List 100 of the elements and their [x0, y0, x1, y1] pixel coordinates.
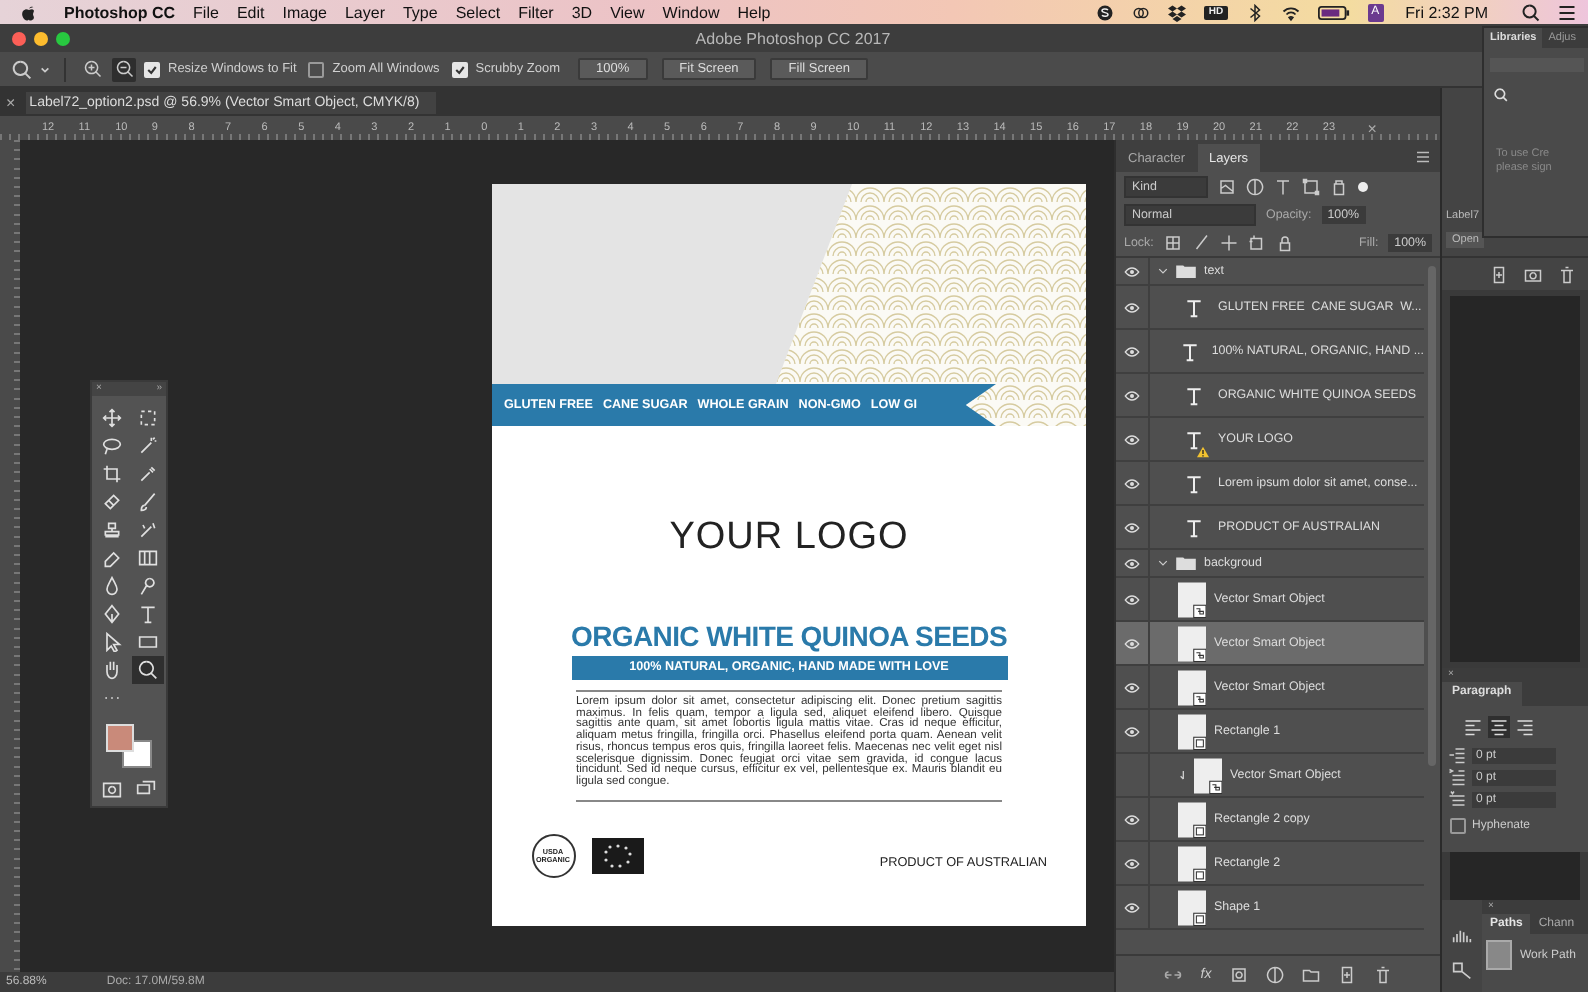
type-layer-icon	[1184, 385, 1204, 405]
zoom-tool-icon	[137, 660, 157, 680]
crop-tool-icon	[101, 464, 121, 484]
align-button[interactable]	[1488, 716, 1510, 738]
eye-icon[interactable]	[1124, 725, 1140, 737]
empty-panel	[1450, 852, 1580, 900]
eye-icon[interactable]	[1124, 637, 1140, 649]
lock-option-icon[interactable]	[1191, 233, 1210, 251]
menu-item[interactable]: File	[193, 3, 219, 21]
menu-item[interactable]: Select	[455, 3, 501, 21]
eye-icon[interactable]	[1124, 557, 1140, 569]
panel-action-icon[interactable]	[1229, 965, 1248, 983]
eraser-tool-icon	[101, 548, 121, 568]
type-layer-icon	[1180, 341, 1201, 361]
close-panel-button[interactable]: ×	[1367, 119, 1377, 137]
folder-icon	[1176, 556, 1196, 570]
zoom-window-button[interactable]	[56, 31, 70, 45]
lock-option-icon[interactable]	[1219, 233, 1238, 251]
bluetooth-icon[interactable]	[1245, 3, 1264, 21]
caret-icon[interactable]	[40, 65, 50, 73]
menu-item[interactable]: Help	[737, 3, 771, 21]
lock-option-icon[interactable]	[1163, 233, 1182, 251]
menu-item[interactable]: Type	[402, 3, 438, 21]
filter-icon[interactable]	[1246, 177, 1264, 195]
camera-icon[interactable]	[1524, 265, 1542, 283]
eye-icon[interactable]	[1124, 901, 1140, 913]
panel-action-icon[interactable]	[1373, 965, 1392, 983]
new-document-icon[interactable]	[1490, 265, 1508, 283]
wifi-icon[interactable]	[1281, 3, 1300, 21]
menu-item[interactable]: Window	[662, 3, 720, 21]
chevron-icon[interactable]	[1158, 558, 1168, 568]
checkbox[interactable]	[308, 61, 325, 77]
apple-logo-icon[interactable]	[20, 3, 38, 21]
lock-option-icon[interactable]	[1275, 233, 1294, 251]
type-layer-icon	[1184, 297, 1204, 317]
list-icon[interactable]	[1558, 3, 1576, 21]
tool-button[interactable]	[131, 656, 163, 684]
zoom-out-button[interactable]	[112, 57, 136, 81]
filter-icon[interactable]	[1302, 177, 1320, 195]
product-title: ORGANIC WHITE QUINOA SEEDS	[570, 620, 1008, 652]
type-layer-icon	[1184, 473, 1204, 493]
menu-item[interactable]: Filter	[518, 3, 554, 21]
move-tool-icon	[101, 408, 121, 428]
skype-icon[interactable]	[1096, 3, 1115, 21]
smart-object-thumbnail	[1178, 625, 1206, 661]
close-tab-button[interactable]: ×	[6, 93, 16, 111]
eye-icon[interactable]	[1124, 813, 1140, 825]
close-window-button[interactable]	[12, 31, 26, 45]
history-tool-icon	[137, 520, 157, 540]
menu-item[interactable]: Layer	[344, 3, 385, 21]
rectangle-tool-icon	[137, 632, 157, 652]
color-swatches[interactable]	[105, 724, 153, 768]
minimize-window-button[interactable]	[34, 31, 48, 45]
screen-mode-icon[interactable]	[136, 780, 156, 800]
zoom-in-button[interactable]	[80, 57, 104, 81]
search-icon[interactable]	[1522, 3, 1540, 21]
eye-icon[interactable]	[1124, 593, 1140, 605]
shape-layer-thumbnail	[1178, 801, 1206, 837]
filter-icon[interactable]	[1274, 177, 1292, 195]
quick-mask-icon[interactable]	[102, 780, 122, 800]
lock-option-icon[interactable]	[1247, 233, 1266, 251]
eyedropper-tool-icon	[137, 464, 157, 484]
menu-item[interactable]: Edit	[236, 3, 265, 21]
zoom-in-icon	[83, 60, 101, 78]
eye-icon[interactable]	[1124, 345, 1140, 357]
eye-icon[interactable]	[1124, 265, 1140, 277]
marquee-tool-icon	[137, 408, 157, 428]
filter-toggle[interactable]	[1358, 181, 1368, 191]
menubar-clock[interactable]: Fri 2:32 PM	[1405, 3, 1488, 21]
eye-icon[interactable]	[1124, 857, 1140, 869]
link-icon[interactable]	[1164, 965, 1183, 983]
lasso-tool-icon	[101, 436, 121, 456]
menu-icon[interactable]	[1414, 147, 1432, 165]
eye-icon[interactable]	[1124, 301, 1140, 313]
checkbox[interactable]	[1450, 818, 1466, 834]
smart-object-thumbnail	[1194, 757, 1222, 793]
dropbox-icon[interactable]	[1168, 3, 1187, 21]
align-button[interactable]	[1462, 716, 1484, 738]
trash-icon[interactable]	[1558, 265, 1576, 283]
type-tool-icon	[137, 604, 157, 624]
align-button[interactable]	[1514, 716, 1536, 738]
eye-icon[interactable]	[1124, 477, 1140, 489]
smart-object-thumbnail	[1178, 669, 1206, 705]
panel-action-icon[interactable]	[1265, 965, 1284, 983]
menu-item[interactable]: Image	[282, 3, 327, 21]
eye-icon[interactable]	[1124, 521, 1140, 533]
menu-item[interactable]: 3D	[571, 3, 593, 21]
zoom-tool-icon[interactable]	[12, 59, 32, 79]
filter-icon[interactable]	[1330, 177, 1348, 195]
chevron-icon[interactable]	[1158, 266, 1168, 276]
filter-icon[interactable]	[1218, 177, 1236, 195]
eye-icon[interactable]	[1124, 433, 1140, 445]
menu-item[interactable]: View	[610, 3, 645, 21]
panel-action-icon[interactable]	[1301, 965, 1320, 983]
panel-action-icon[interactable]	[1337, 965, 1356, 983]
type-layer-icon	[1184, 429, 1204, 449]
eye-icon[interactable]	[1124, 681, 1140, 693]
battery-icon[interactable]	[1317, 3, 1350, 21]
app-menu[interactable]: Photoshop CC	[64, 3, 176, 21]
eye-icon[interactable]	[1124, 389, 1140, 401]
